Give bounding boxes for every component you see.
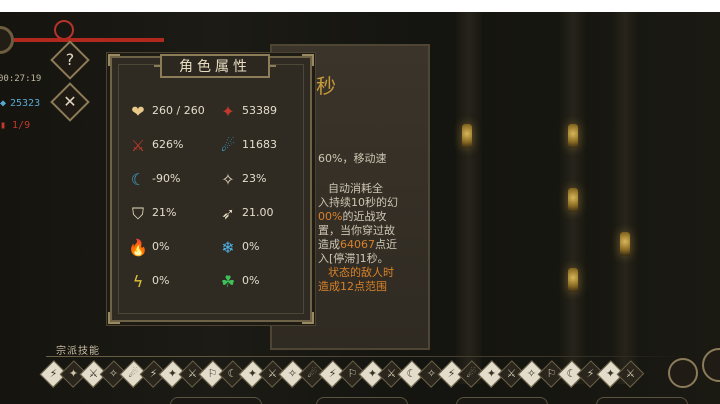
blue-scythe-icon: ☄ <box>220 136 236 155</box>
timer-text: 00:27:19 <box>0 74 42 84</box>
stat-item: ϟ 0% <box>128 270 218 294</box>
panel-corner <box>302 54 314 66</box>
description-line: 造成12点范围 <box>318 278 387 294</box>
counter-text: ▮ 1/9 <box>0 120 30 131</box>
stat-value: 11683 <box>242 138 277 151</box>
stat-item: ➶ 21.00 <box>218 202 308 226</box>
frost-icon: ❄ <box>221 238 235 257</box>
blue-crescent-icon: ☾ <box>130 170 146 189</box>
close-icon: ✕ <box>63 92 77 111</box>
red-claw-icon: ⚔ <box>130 136 146 155</box>
title-ornament <box>154 65 160 67</box>
panel-corner <box>302 312 314 324</box>
bottom-tab[interactable] <box>170 397 262 404</box>
stat-item: ❤ 260 / 260 <box>128 100 218 124</box>
help-button[interactable]: ? <box>50 40 90 80</box>
poison-icon: ☘ <box>220 272 236 291</box>
lantern-icon <box>462 124 472 148</box>
lightning-icon: ϟ <box>132 272 144 291</box>
counter-value: 1/9 <box>12 120 31 131</box>
stat-item: ⛉ 21% <box>128 202 218 226</box>
skill-icon: ⚔ <box>625 367 636 380</box>
stat-value: 21.00 <box>242 206 274 219</box>
health-bar-fill <box>14 38 164 42</box>
panel-title: 角色属性 <box>179 59 251 75</box>
stat-value: 53389 <box>242 104 277 117</box>
fire-icon: 🔥 <box>128 238 148 257</box>
panel-title-box: 角色属性 <box>154 54 276 78</box>
player-portrait-ring <box>0 26 14 54</box>
skills-row: ⚡ ✦ ⚔ ✧ ☄ ⚡ ✦ ⚔ ⚐ ☾ ✦ ⚔ ✧ ☄ ⚡ ⚐ ✦ ⚔ ☾ ✧ ⚡ ☄ ✦ ⚔ ✧ ⚐ ☾ ⚡ ✦ ⚔ <box>39 360 645 388</box>
lantern-icon <box>620 232 630 256</box>
stat-value: 0% <box>152 240 170 253</box>
gem-icon: ◆ <box>0 98 7 109</box>
description-text: 造成12点范围 <box>318 280 387 293</box>
question-icon: ? <box>65 50 75 69</box>
skill-bar-divider <box>46 356 686 357</box>
stat-item: ✦ 53389 <box>218 100 308 124</box>
currency-text: 25323 <box>10 98 41 109</box>
stat-item: ☾ -90% <box>128 168 218 192</box>
corner-menu-button[interactable] <box>702 348 720 382</box>
boot-icon: ➶ <box>221 204 235 223</box>
heart-icon: ❤ <box>131 102 145 121</box>
skill-title-glyph: 秒 <box>316 74 336 98</box>
panel-corner <box>108 54 120 66</box>
stat-item: 🔥 0% <box>128 236 218 260</box>
stat-value: 626% <box>152 138 184 151</box>
background-pillar <box>612 12 638 384</box>
lantern-icon <box>568 268 578 292</box>
stat-value: 260 / 260 <box>152 104 205 117</box>
title-ornament <box>270 65 276 67</box>
stat-item: ❄ 0% <box>218 236 308 260</box>
skill-slot[interactable]: ⚔ <box>616 360 645 388</box>
stat-value: -90% <box>152 172 181 185</box>
torn-scroll-icon: ✧ <box>221 170 235 189</box>
stat-item: ☘ 0% <box>218 270 308 294</box>
description-text: 60%，移动速 <box>318 152 387 165</box>
bottom-tab[interactable] <box>316 397 408 404</box>
description-line: 60%，移动速 <box>318 150 386 166</box>
background-pillar <box>456 12 482 384</box>
stat-value: 21% <box>152 206 177 219</box>
shield-icon: ⛉ <box>131 204 144 223</box>
stat-item: ☄ 11683 <box>218 134 308 158</box>
swirl-icon <box>54 20 74 40</box>
skill-bar-toggle-button[interactable] <box>668 358 698 388</box>
health-bar <box>14 38 164 42</box>
blood-icon: ▮ <box>0 120 13 131</box>
stat-value: 23% <box>242 172 267 185</box>
character-attributes-panel: 角色属性 ❤ 260 / 260 ✦ 53389 ⚔ 626% ☄ 11683 ☾ -90% ✧ 23… <box>108 54 314 324</box>
skill-bar-label: 宗派技能 <box>56 346 100 357</box>
close-button[interactable]: ✕ <box>50 82 90 122</box>
stat-item: ⚔ 626% <box>128 134 218 158</box>
stat-value: 0% <box>152 274 170 287</box>
game-scene: ? ✕ 00:27:19 25323 ◆ ▮ 1/9 秒 60%，移动速 自动消耗… <box>0 12 720 404</box>
red-blade-icon: ✦ <box>221 102 235 121</box>
lantern-icon <box>568 188 578 212</box>
bottom-tab[interactable] <box>456 397 548 404</box>
stat-value: 0% <box>242 274 260 287</box>
bottom-tab[interactable] <box>596 397 688 404</box>
stat-item: ✧ 23% <box>218 168 308 192</box>
stat-value: 0% <box>242 240 260 253</box>
panel-corner <box>108 312 120 324</box>
lantern-icon <box>568 124 578 148</box>
